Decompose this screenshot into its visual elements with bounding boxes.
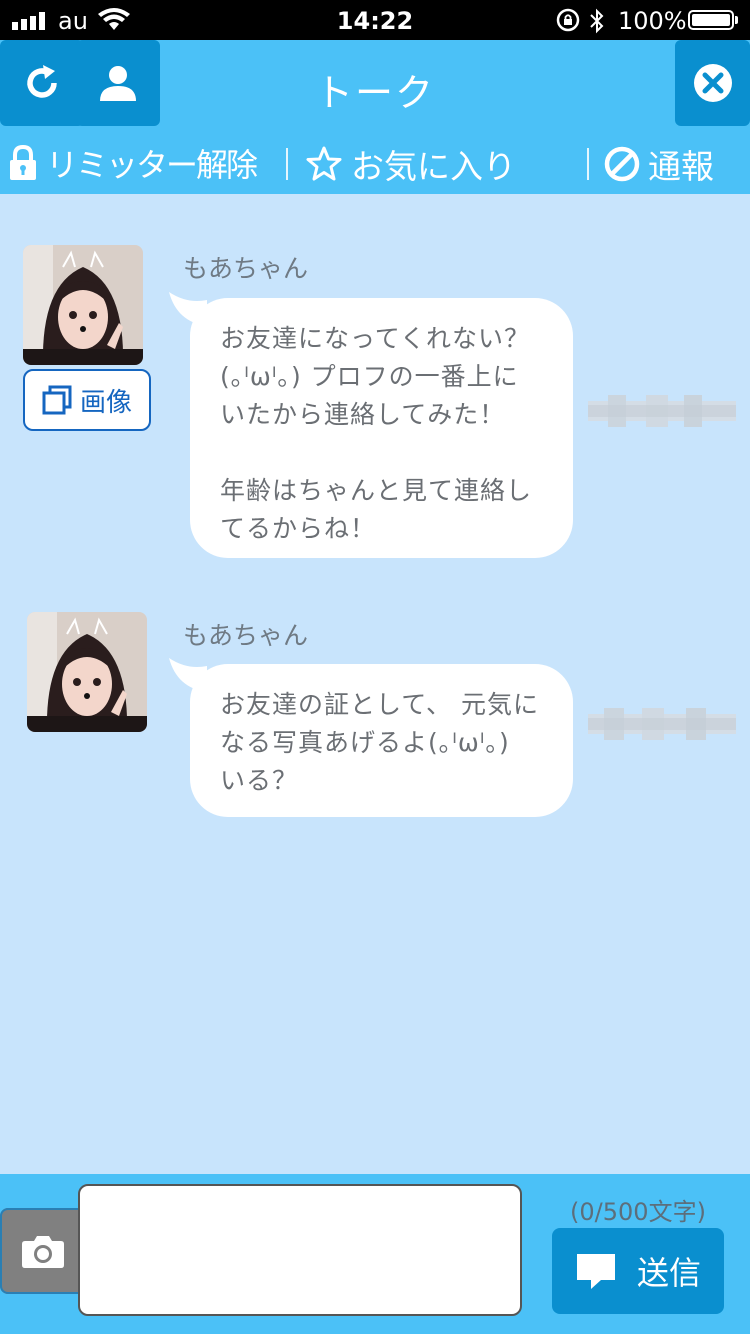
speech-bubble-icon [576, 1254, 615, 1289]
page-title: トーク [314, 71, 435, 115]
favorite-label: お気に入り [351, 147, 516, 186]
divider [587, 148, 589, 180]
message-input[interactable] [78, 1184, 522, 1316]
status-bar: au 14:22 100% [0, 0, 750, 40]
send-button[interactable]: 送信 [552, 1228, 724, 1314]
timestamp-blurred [588, 395, 736, 427]
composer-bar: (0/500文字) 送信 [0, 1174, 750, 1334]
send-button-label: 送信 [636, 1254, 701, 1292]
sender-name: もあちゃん [183, 621, 309, 650]
image-button-label: 画像 [79, 387, 132, 418]
close-button[interactable] [675, 40, 750, 126]
character-counter: (0/500文字) [570, 1198, 706, 1226]
gallery-icon [42, 385, 72, 415]
limiter-release-label: リミッター解除 [46, 146, 258, 184]
rotation-lock-icon [556, 8, 580, 32]
camera-button[interactable] [0, 1208, 86, 1294]
bluetooth-icon [590, 8, 604, 34]
report-label: 通報 [648, 147, 714, 186]
avatar-photo [23, 245, 143, 365]
action-bar: リミッター解除 お気に入り 通報 [0, 128, 750, 194]
battery-tip [735, 16, 738, 24]
favorite-button[interactable]: お気に入り [305, 140, 516, 188]
camera-icon [22, 1236, 64, 1268]
close-icon [693, 64, 732, 102]
timestamp-blurred [588, 708, 736, 740]
avatar-photo [27, 612, 147, 732]
lock-icon [10, 145, 36, 180]
limiter-release-button[interactable]: リミッター解除 [8, 140, 258, 186]
battery-icon [688, 10, 734, 30]
divider [286, 148, 288, 180]
image-button[interactable]: 画像 [23, 369, 151, 431]
prohibited-icon [604, 146, 640, 182]
sender-name: もあちゃん [183, 254, 309, 283]
battery-percent: 100% [618, 7, 687, 35]
top-header: トーク [0, 40, 750, 128]
sender-avatar[interactable] [23, 245, 143, 365]
report-button[interactable]: 通報 [604, 140, 714, 188]
message-bubble: お友達の証として、 元気に なる写真あげるよ(｡ᴵωᴵ｡) いる？ [190, 664, 573, 817]
chat-area[interactable]: 画像 もあちゃん お友達になってくれない？ (｡ᴵωᴵ｡) プロフの一番上に い… [0, 194, 750, 1174]
message-bubble: お友達になってくれない？ (｡ᴵωᴵ｡) プロフの一番上に いたから連絡してみた… [190, 298, 573, 558]
sender-avatar[interactable] [27, 612, 147, 732]
star-icon [306, 146, 342, 181]
